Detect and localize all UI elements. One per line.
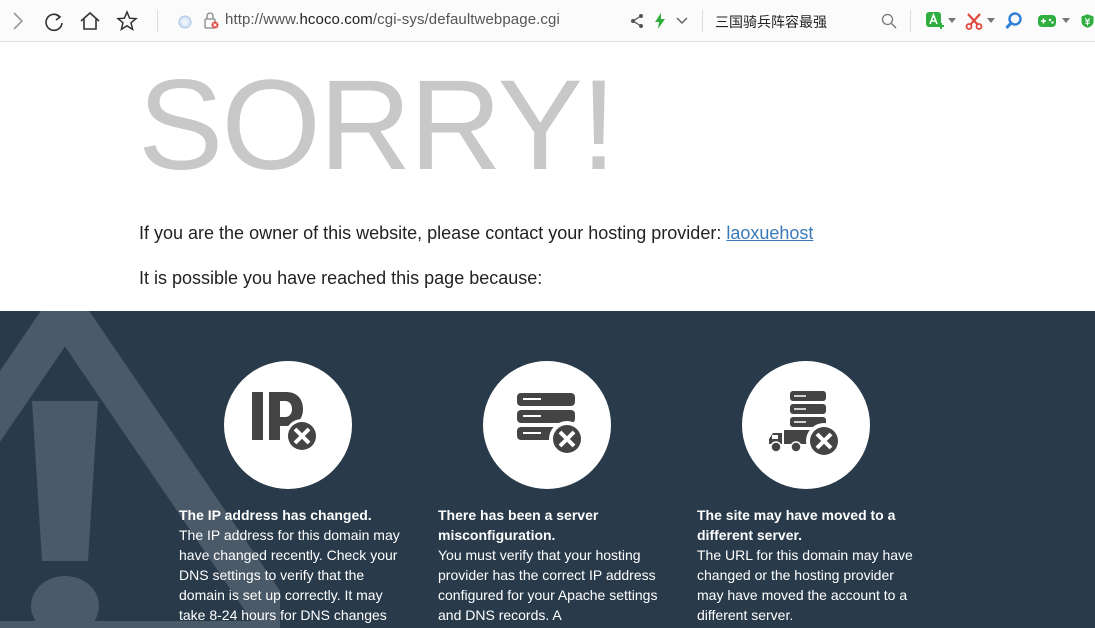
reason-server-moved: The site may have moved to a different s… [697,505,922,625]
scissors-icon[interactable] [964,11,984,31]
url-domain: hcoco.com [299,11,373,28]
url-prefix: http://www. [225,11,300,28]
search-input[interactable]: 三国骑兵阵容最强 [715,12,827,32]
truck-server-icon [769,391,842,459]
owner-message: If you are the owner of this website, pl… [139,223,813,244]
url-path: /cgi-sys/defaultwebpage.cgi [372,11,560,28]
page-heading: SORRY! [138,54,616,197]
refresh-icon[interactable] [42,10,66,34]
reasons-section: The IP address has changed. The IP addre… [0,311,1095,628]
reason-title: The site may have moved to a different s… [697,507,896,543]
owner-text: If you are the owner of this website, pl… [139,223,727,243]
gamepad-icon[interactable] [1036,11,1058,31]
lightning-icon[interactable] [652,12,668,30]
server-moved-icon-circle [742,361,870,489]
browser-toolbar: http://www.hcoco.com/cgi-sys/defaultwebp… [0,0,1095,42]
magnifier-icon[interactable] [1004,11,1024,31]
coin-icon[interactable] [1080,11,1095,31]
reason-ip-changed: The IP address has changed. The IP addre… [179,505,404,625]
reason-body: The IP address for this domain may have … [179,527,400,623]
page-icon [176,13,194,31]
translate-icon[interactable] [924,11,946,31]
search-icon[interactable] [880,12,898,30]
chevron-down-icon[interactable] [674,13,690,29]
toolbar-divider [157,10,158,32]
toolbar-divider [910,10,911,32]
server-misconfig-icon-circle [483,361,611,489]
chevron-down-icon[interactable] [986,16,996,26]
back-icon[interactable] [8,10,28,32]
chevron-down-icon[interactable] [1061,16,1071,26]
address-bar[interactable]: http://www.hcoco.com/cgi-sys/defaultwebp… [225,11,560,28]
reason-server-misconfig: There has been a server misconfiguration… [438,505,663,625]
reason-title: There has been a server misconfiguration… [438,507,599,543]
lock-icon[interactable] [202,12,220,30]
ip-changed-icon-circle [224,361,352,489]
hosting-provider-link[interactable]: laoxuehost [726,223,813,243]
share-icon[interactable] [628,12,646,30]
server-error-icon [517,393,585,457]
toolbar-divider [702,10,703,32]
reason-body: The URL for this domain may have changed… [697,547,913,623]
chevron-down-icon[interactable] [947,16,957,26]
home-icon[interactable] [78,9,102,33]
ip-error-icon [252,392,319,453]
star-icon[interactable] [115,9,139,33]
reason-body: You must verify that your hosting provid… [438,547,658,623]
reason-title: The IP address has changed. [179,507,372,523]
possible-reasons-intro: It is possible you have reached this pag… [139,268,543,288]
